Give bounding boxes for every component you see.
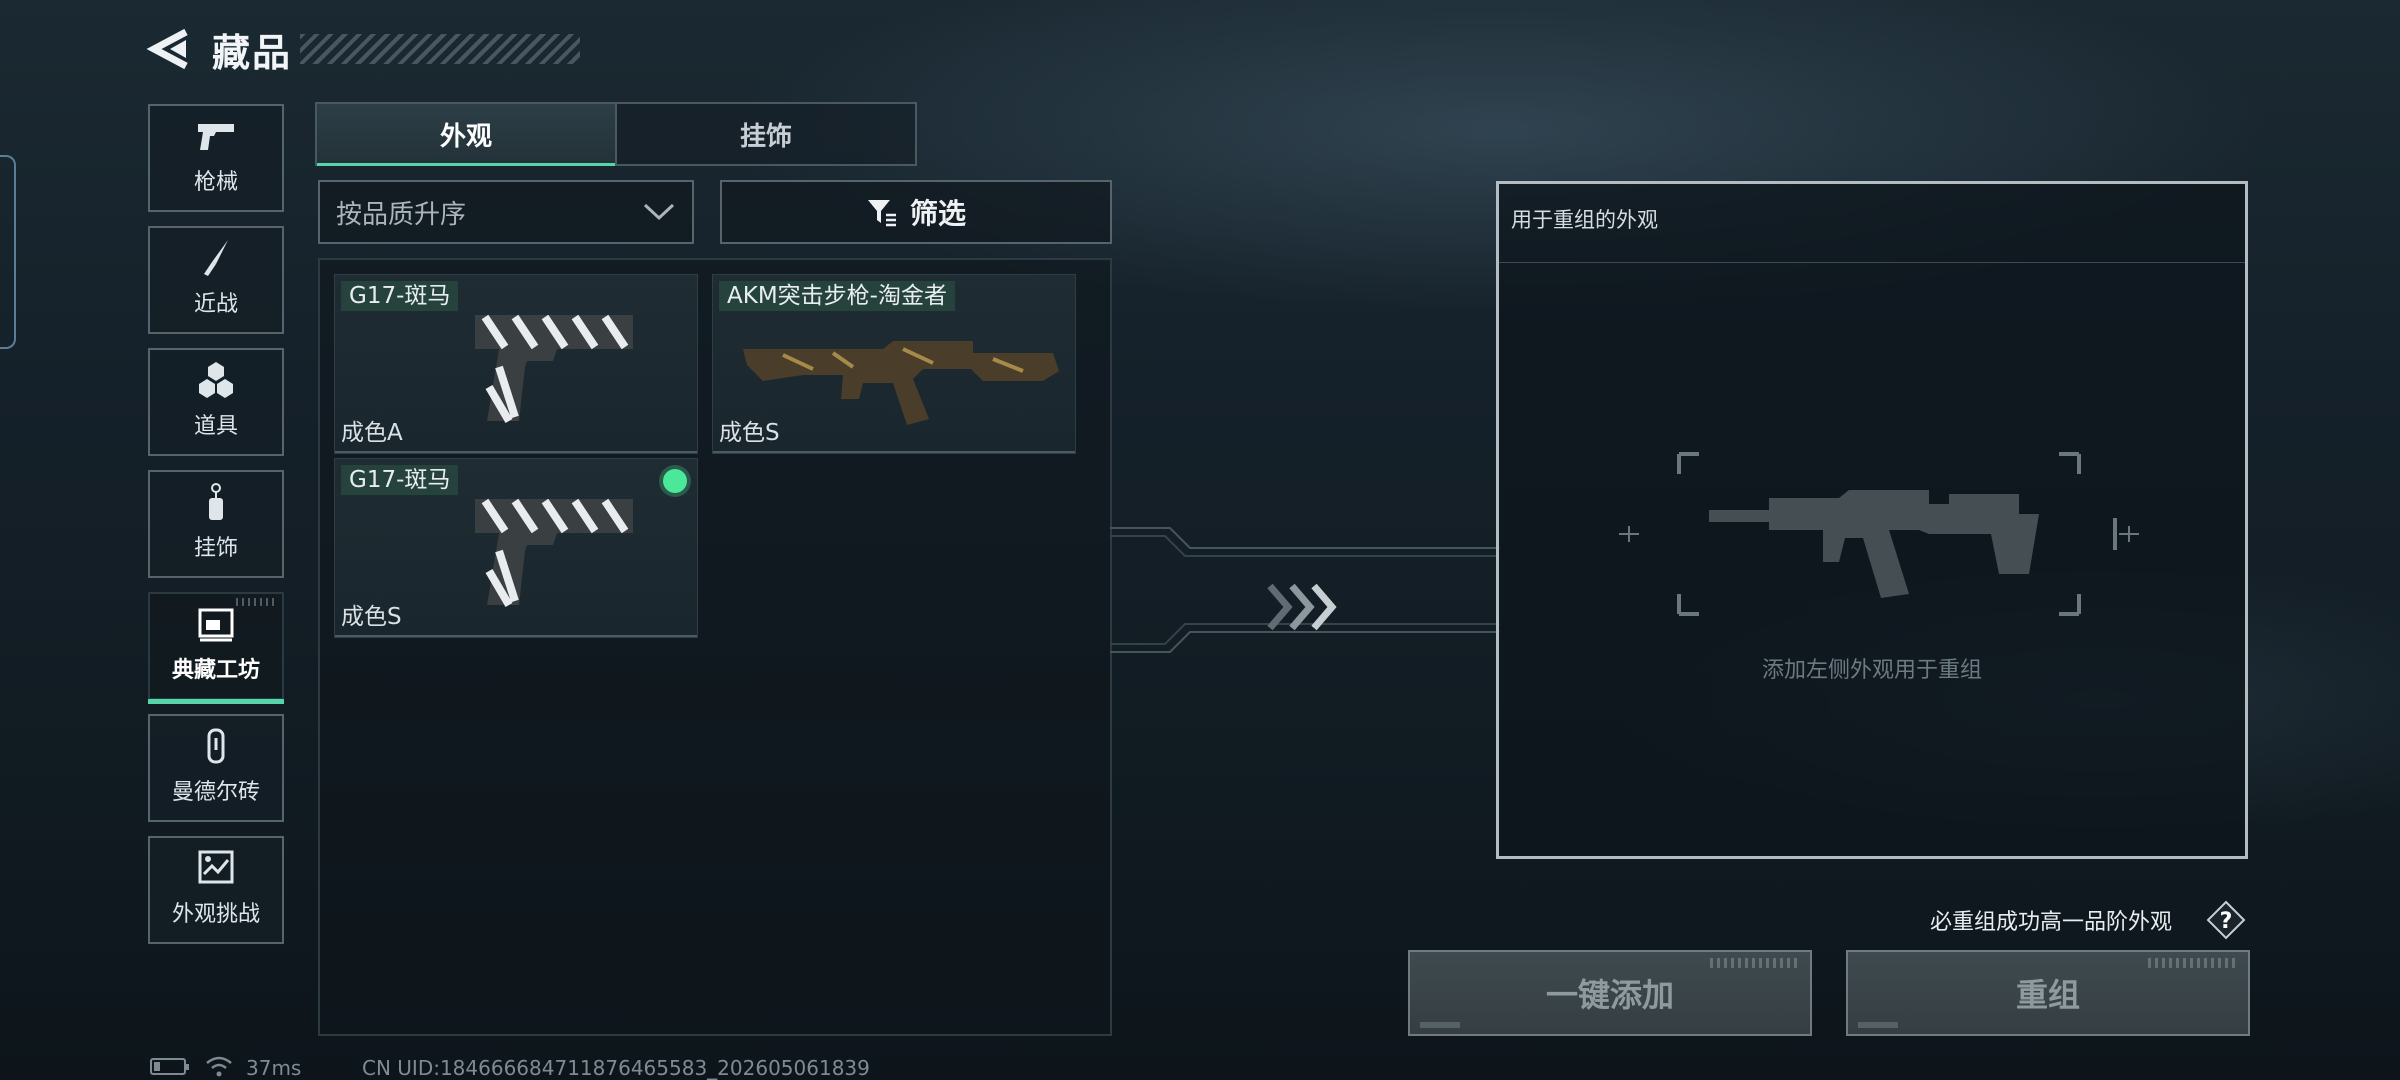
- workshop-icon: [198, 608, 234, 642]
- triple-chevron-icon: [1267, 583, 1337, 631]
- filter-icon: [867, 200, 896, 227]
- sidebar-item-skin-challenge[interactable]: 外观挑战: [148, 836, 284, 944]
- sort-dropdown[interactable]: 按品质升序: [318, 180, 694, 244]
- knife-icon: [204, 240, 228, 276]
- reorg-empty-hint: 添加左侧外观用于重组: [1761, 658, 1982, 683]
- skin-grade: 成色S: [341, 604, 402, 630]
- reorg-panel-title: 用于重组的外观: [1511, 208, 1658, 232]
- rifle-placeholder-icon: [1619, 452, 2139, 616]
- wifi-icon: [206, 1056, 232, 1077]
- grenades-icon: [199, 362, 233, 398]
- side-drawer-handle[interactable]: [0, 155, 16, 349]
- skin-grade: 成色S: [719, 420, 780, 446]
- reorg-slot-panel[interactable]: 用于重组的外观 添加左侧外观用于重组: [1496, 181, 2248, 859]
- quick-add-button[interactable]: 一键添加: [1408, 950, 1812, 1036]
- challenge-icon: [198, 850, 234, 884]
- guarantee-text: 必重组成功高一品阶外观: [1930, 910, 2173, 935]
- skin-name: G17-斑马: [341, 281, 459, 311]
- title-decoration: [300, 34, 580, 64]
- tab-bar: 外观 挂饰: [315, 102, 917, 166]
- sidebar-item-label: 典藏工坊: [171, 658, 260, 683]
- sidebar-item-label: 挂饰: [193, 536, 238, 561]
- sidebar-item-guns[interactable]: 枪械: [148, 104, 284, 212]
- skin-name: G17-斑马: [341, 465, 459, 495]
- charm-icon: [209, 483, 223, 520]
- sidebar-item-gadgets[interactable]: 道具: [148, 348, 284, 456]
- pistol-skin-image: [475, 314, 633, 424]
- filter-button[interactable]: 筛选: [720, 180, 1112, 244]
- sidebar-item-workshop[interactable]: 典藏工坊: [148, 592, 284, 704]
- battery-icon: [150, 1058, 189, 1075]
- battery-fill: [154, 1062, 160, 1071]
- chevron-down-icon: [643, 203, 675, 221]
- sidebar-item-charms[interactable]: 挂饰: [148, 470, 284, 578]
- skin-grade: 成色A: [341, 420, 403, 446]
- filter-label: 筛选: [909, 197, 966, 230]
- sidebar-item-label: 曼德尔砖: [171, 780, 260, 805]
- uid-text: CN UID:184666684711876465583_20260506183…: [362, 1056, 870, 1080]
- reorganize-button[interactable]: 重组: [1846, 950, 2250, 1036]
- skin-card[interactable]: G17-斑马 成色A: [334, 274, 698, 454]
- sidebar-item-label: 枪械: [193, 170, 238, 195]
- help-icon[interactable]: ?: [2206, 900, 2246, 940]
- divider: [1499, 262, 2245, 263]
- pistol-icon: [198, 124, 234, 150]
- sidebar-item-label: 道具: [193, 414, 238, 439]
- selected-indicator: [663, 469, 687, 493]
- sidebar-item-label: 近战: [193, 292, 238, 317]
- brick-icon: [207, 728, 225, 764]
- skin-grid: G17-斑马 成色A AKM突击步枪-淘金者 成色S G17-斑马 成色S: [318, 258, 1112, 1036]
- skin-name: AKM突击步枪-淘金者: [719, 281, 955, 311]
- sidebar-item-label: 外观挑战: [171, 902, 260, 927]
- skin-card[interactable]: AKM突击步枪-淘金者 成色S: [712, 274, 1076, 454]
- sidebar-item-melee[interactable]: 近战: [148, 226, 284, 334]
- tab-skins[interactable]: 外观: [317, 104, 615, 166]
- rifle-skin-image: [743, 341, 1059, 425]
- pistol-skin-image: [475, 498, 633, 608]
- back-arrow-icon[interactable]: [146, 26, 192, 72]
- page-title: 藏品: [212, 31, 293, 75]
- sort-value: 按品质升序: [336, 199, 467, 230]
- sidebar-item-mandel-brick[interactable]: 曼德尔砖: [148, 714, 284, 822]
- svg-text:?: ?: [2220, 909, 2233, 934]
- tab-charms[interactable]: 挂饰: [615, 104, 915, 164]
- ping-value: 37ms: [246, 1056, 302, 1080]
- skin-card[interactable]: G17-斑马 成色S: [334, 458, 698, 638]
